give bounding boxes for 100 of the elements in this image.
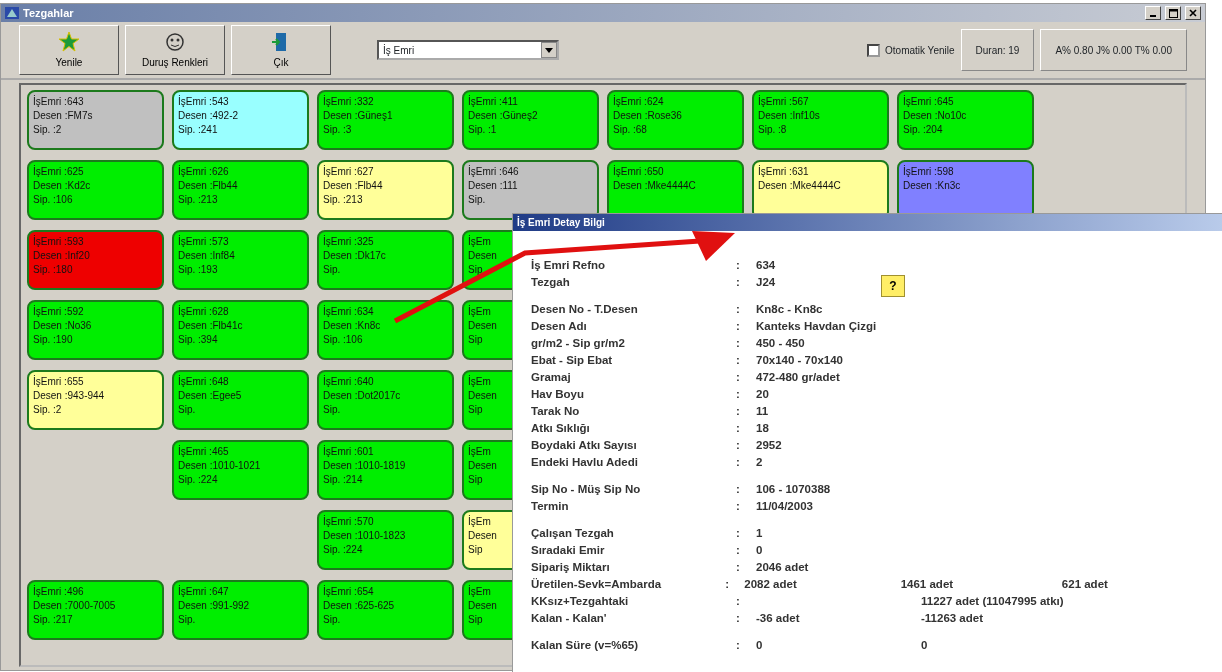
minimize-button[interactable]: [1145, 6, 1161, 20]
loom-card[interactable]: İşEmri :593 Desen :Inf20 Sip. :180: [27, 230, 164, 290]
field-value: 70x140 - 70x140: [756, 354, 843, 366]
loom-card[interactable]: İşEmri :592 Desen :No36 Sip. :190: [27, 300, 164, 360]
field-value: 634: [756, 259, 776, 271]
field-label: Sipariş Miktarı: [531, 561, 610, 573]
loom-card[interactable]: İşEmri :648 Desen :Egee5 Sip.: [172, 370, 309, 430]
colon: :: [736, 320, 740, 332]
colon: :: [736, 561, 740, 573]
loom-card[interactable]: İşEmri :411 Desen :Güneş2 Sip. :1: [462, 90, 599, 150]
field-value: 106 - 1070388: [756, 483, 831, 495]
colon: :: [736, 639, 740, 651]
dropdown[interactable]: İş Emri: [377, 40, 559, 60]
field-value: 0: [756, 544, 763, 556]
toolbar-button[interactable]: Duruş Renkleri: [125, 25, 225, 75]
face-icon: [164, 30, 186, 53]
field-value: 621 adet: [1061, 578, 1108, 590]
field-value: 11227 adet (11047995 atkı): [921, 595, 1064, 607]
colon: :: [736, 303, 740, 315]
colon: :: [736, 612, 740, 624]
colon: :: [736, 354, 740, 366]
field-label: Hav Boyu: [531, 388, 585, 400]
window-title: Tezgahlar: [23, 5, 74, 21]
field-value: 11/04/2003: [756, 500, 813, 512]
loom-card[interactable]: İşEmri :626 Desen :Flb44 Sip. :213: [172, 160, 309, 220]
loom-card[interactable]: İşEmri :628 Desen :Flb41c Sip. :394: [172, 300, 309, 360]
colon: :: [736, 422, 740, 434]
colon: :: [736, 276, 740, 288]
field-value: 2082 adet: [744, 578, 797, 590]
colon: :: [736, 371, 740, 383]
dropdown-arrow-icon: [545, 47, 553, 53]
field-value: -11263 adet: [921, 612, 983, 624]
loom-card[interactable]: İşEmri :332 Desen :Güneş1 Sip. :3: [317, 90, 454, 150]
field-label: Kalan - Kalan': [531, 612, 607, 624]
colon: :: [725, 578, 730, 590]
colon: :: [736, 483, 740, 495]
colon: :: [736, 595, 740, 607]
field-label: gr/m2 - Sip gr/m2: [531, 337, 625, 349]
loom-card[interactable]: İşEmri :496 Desen :7000-7005 Sip. :217: [27, 580, 164, 640]
loom-card[interactable]: İşEmri :643 Desen :FM7s Sip. :2: [27, 90, 164, 150]
loom-card[interactable]: İşEmri :655 Desen :943-944 Sip. :2: [27, 370, 164, 430]
field-value: Kanteks Havdan Çizgi: [756, 320, 877, 332]
loom-card[interactable]: İşEmri :645 Desen :No10c Sip. :204: [897, 90, 1034, 150]
close-button[interactable]: [1185, 6, 1201, 20]
field-value: 2: [756, 456, 763, 468]
loom-card[interactable]: İşEmri :640 Desen :Dot2017c Sip.: [317, 370, 454, 430]
toolbar-button[interactable]: Çık: [231, 25, 331, 75]
field-value: J24: [756, 276, 776, 288]
field-label: Gramaj: [531, 371, 571, 383]
field-label: Çalışan Tezgah: [531, 527, 614, 539]
colon: :: [736, 388, 740, 400]
loom-card[interactable]: İşEmri :601 Desen :1010-1819 Sip. :214: [317, 440, 454, 500]
field-value: 450 - 450: [756, 337, 805, 349]
field-value: 0: [756, 639, 763, 651]
checkbox[interactable]: [867, 43, 880, 57]
help-button[interactable]: ?: [881, 275, 905, 297]
star-icon: [58, 30, 80, 53]
field-label: Tezgah: [531, 276, 570, 288]
loom-card[interactable]: İşEmri :567 Desen :Inf10s Sip. :8: [752, 90, 889, 150]
loom-card[interactable]: İşEmri :465 Desen :1010-1021 Sip. :224: [172, 440, 309, 500]
colon: :: [736, 405, 740, 417]
field-value: 0: [921, 639, 928, 651]
field-label: Üretilen-Sevk=Ambarda: [531, 578, 662, 590]
loom-card[interactable]: İşEmri :325 Desen :Dk17c Sip.: [317, 230, 454, 290]
field-value: 1461 adet: [900, 578, 954, 590]
toolbar-button[interactable]: Yenile: [19, 25, 119, 75]
close-icon: [1189, 9, 1197, 17]
loom-card[interactable]: İşEmri :654 Desen :625-625 Sip.: [317, 580, 454, 640]
field-label: Desen No - T.Desen: [531, 303, 638, 315]
popup-title: İş Emri Detay Bilgi: [513, 214, 1222, 231]
loom-card[interactable]: İşEmri :573 Desen :Inf84 Sip. :193: [172, 230, 309, 290]
field-value: 2046 adet: [756, 561, 809, 573]
colon: :: [736, 259, 740, 271]
maximize-button[interactable]: [1165, 6, 1181, 20]
app-icon: [5, 7, 19, 19]
loom-card[interactable]: İşEmri :543 Desen :492-2 Sip. :241: [172, 90, 309, 150]
loom-card[interactable]: İşEmri :647 Desen :991-992 Sip.: [172, 580, 309, 640]
loom-card[interactable]: İşEmri :634 Desen :Kn8c Sip. :106: [317, 300, 454, 360]
loom-card[interactable]: İşEmri :624 Desen :Rose36 Sip. :68: [607, 90, 744, 150]
colon: :: [736, 544, 740, 556]
field-label: KKsız+Tezgahtaki: [531, 595, 629, 607]
status-panel: A% 0.80 J% 0.00 T% 0.00: [1040, 29, 1187, 71]
colon: :: [736, 337, 740, 349]
field-value: -36 adet: [756, 612, 800, 624]
field-label: Sıradaki Emir: [531, 544, 605, 556]
field-value: 472-480 gr/adet: [756, 371, 840, 383]
field-label: Boydaki Atkı Sayısı: [531, 439, 637, 451]
checkbox-label[interactable]: Otomatik Yenile: [885, 42, 955, 58]
status-panel: Duran: 19: [960, 29, 1035, 71]
field-label: Kalan Süre (v=%65): [531, 639, 639, 651]
field-value: 18: [756, 422, 769, 434]
field-label: Endeki Havlu Adedi: [531, 456, 638, 468]
field-value: 2952: [756, 439, 782, 451]
loom-card[interactable]: İşEmri :625 Desen :Kd2c Sip. :106: [27, 160, 164, 220]
colon: :: [736, 439, 740, 451]
loom-card[interactable]: İşEmri :570 Desen :1010-1823 Sip. :224: [317, 510, 454, 570]
maximize-icon: [1168, 8, 1178, 18]
loom-card[interactable]: İşEmri :627 Desen :Flb44 Sip. :213: [317, 160, 454, 220]
field-value: 1: [756, 527, 763, 539]
colon: :: [736, 527, 740, 539]
